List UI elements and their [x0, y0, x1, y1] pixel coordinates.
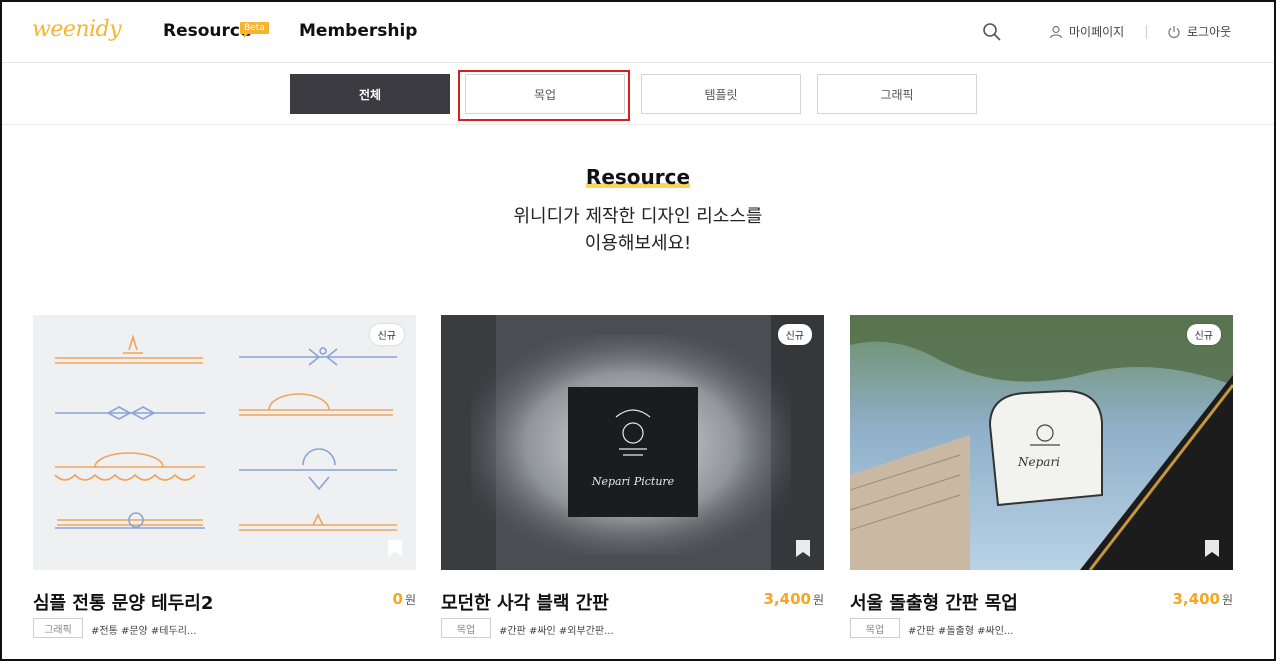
bookmark-icon: [1205, 540, 1219, 557]
new-badge: 신규: [777, 324, 812, 345]
card-thumbnail[interactable]: 신규: [33, 315, 416, 570]
category-tag[interactable]: 목업: [850, 618, 900, 638]
bookmark-button[interactable]: [388, 540, 402, 557]
page-title: Resource: [0, 165, 1276, 189]
logout-label: 로그아웃: [1187, 25, 1232, 39]
price-value: 0: [392, 590, 403, 608]
tab-mockup[interactable]: 목업: [465, 74, 625, 114]
beta-badge: Beta: [240, 22, 269, 38]
header-divider: [1146, 25, 1147, 39]
top-header: weenidy Resource Beta Membership 마이페이지 로…: [0, 0, 1276, 63]
category-tabs: 전체 목업 템플릿 그래픽: [0, 63, 1276, 125]
nav-membership[interactable]: Membership: [299, 21, 417, 41]
search-button[interactable]: [982, 22, 1002, 42]
subtitle-line-1: 위니디가 제작한 디자인 리소스를: [513, 206, 763, 227]
card-thumbnail[interactable]: Nepari Picture 신규: [441, 315, 824, 570]
card-title[interactable]: 서울 돌출형 간판 목업: [850, 589, 1018, 615]
black-sign-image: [441, 315, 824, 570]
nav-resource-label: Resource: [163, 21, 252, 41]
card-thumbnail[interactable]: Nepari 신규: [850, 315, 1233, 570]
card-title[interactable]: 모던한 사각 블랙 간판: [441, 589, 609, 615]
category-tag[interactable]: 그래픽: [33, 618, 83, 638]
page-title-text: Resource: [585, 165, 691, 189]
sign-text: Nepari Picture: [591, 475, 675, 488]
logout-link[interactable]: 로그아웃: [1167, 23, 1231, 40]
category-tag[interactable]: 목업: [441, 618, 491, 638]
hashtags: #간판 #싸인 #외부간판...: [499, 626, 614, 637]
new-badge: 신규: [369, 324, 404, 345]
my-page-label: 마이페이지: [1069, 25, 1125, 39]
hashtags: #전통 #문양 #테두리...: [91, 626, 197, 637]
card-price: 3,400 원: [1173, 590, 1234, 608]
card-price: 3,400 원: [764, 590, 825, 608]
bookmark-icon: [388, 540, 402, 557]
tab-graphic[interactable]: 그래픽: [817, 74, 977, 114]
user-icon: [1049, 25, 1063, 38]
ornament-border-image: [54, 334, 397, 531]
bookmark-button[interactable]: [796, 540, 810, 557]
hashtags: #간판 #돌출형 #싸인...: [908, 626, 1014, 637]
power-icon: [1168, 25, 1180, 38]
price-currency: 원: [1221, 593, 1233, 607]
resource-card[interactable]: Nepari 신규 서울 돌출형 간판 목업 3,400 원 목업 #간판 #돌출…: [850, 315, 1233, 638]
projecting-sign-image: [850, 315, 1233, 570]
search-icon: [983, 23, 1001, 41]
price-value: 3,400: [763, 590, 811, 608]
card-price: 0원: [393, 590, 416, 608]
sign-text: Nepari: [1018, 455, 1061, 469]
tab-template[interactable]: 템플릿: [641, 74, 801, 114]
tab-all[interactable]: 전체: [290, 74, 450, 114]
price-value: 3,400: [1172, 590, 1220, 608]
bookmark-icon: [796, 540, 810, 557]
price-currency: 원: [404, 593, 416, 607]
price-currency: 원: [812, 593, 824, 607]
my-page-link[interactable]: 마이페이지: [1049, 23, 1124, 40]
logo[interactable]: weenidy: [32, 17, 122, 42]
card-title[interactable]: 심플 전통 문양 테두리2: [33, 589, 213, 615]
resource-card[interactable]: Nepari Picture 신규 모던한 사각 블랙 간판 3,400 원 목업…: [441, 315, 824, 638]
bookmark-button[interactable]: [1205, 540, 1219, 557]
subtitle-line-2: 이용해보세요!: [584, 233, 692, 254]
page-subtitle: 위니디가 제작한 디자인 리소스를 이용해보세요!: [0, 203, 1276, 257]
resource-card[interactable]: 신규 심플 전통 문양 테두리2 0원 그래픽 #전통 #문양 #테두리...: [33, 315, 416, 638]
nav-resource[interactable]: Resource: [163, 21, 252, 41]
new-badge: 신규: [1186, 324, 1221, 345]
